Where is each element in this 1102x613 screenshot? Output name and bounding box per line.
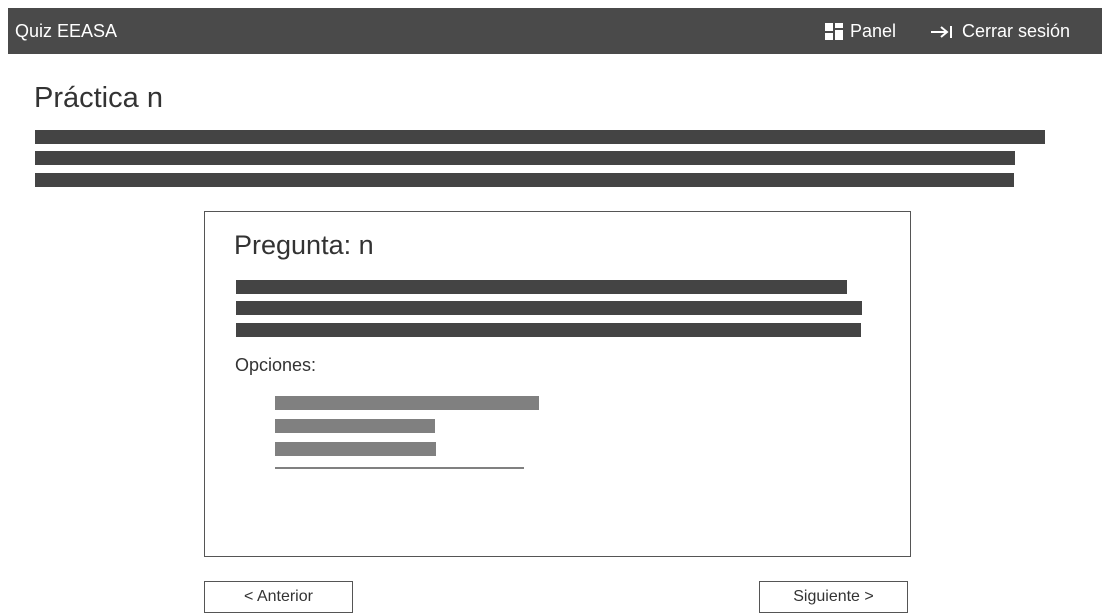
option-item[interactable]: [275, 419, 435, 433]
description-line-placeholder: [35, 130, 1045, 144]
previous-button[interactable]: < Anterior: [204, 581, 353, 613]
question-text-placeholder: [236, 323, 861, 337]
description-line-placeholder: [35, 173, 1014, 187]
question-card: Pregunta: n Opciones:: [204, 211, 911, 557]
top-navbar: Quiz EEASA Panel Cerrar sesión: [8, 8, 1102, 54]
logout-icon: [931, 25, 952, 38]
question-text-placeholder: [236, 301, 862, 315]
logout-link[interactable]: Cerrar sesión: [930, 21, 1070, 42]
options-label: Opciones:: [235, 355, 317, 375]
description-line-placeholder: [35, 151, 1015, 165]
panel-link[interactable]: Panel: [825, 21, 896, 42]
logout-label: Cerrar sesión: [962, 21, 1071, 41]
question-text-placeholder: [236, 280, 847, 294]
page-title: Práctica n: [34, 82, 163, 114]
option-item[interactable]: [275, 396, 539, 410]
dashboard-icon: [825, 23, 843, 40]
app-title[interactable]: Quiz EEASA: [15, 21, 117, 42]
panel-label: Panel: [850, 21, 897, 41]
question-title: Pregunta: n: [234, 230, 374, 260]
option-underline: [275, 467, 524, 469]
next-button[interactable]: Siguiente >: [759, 581, 908, 613]
option-item[interactable]: [275, 442, 436, 456]
